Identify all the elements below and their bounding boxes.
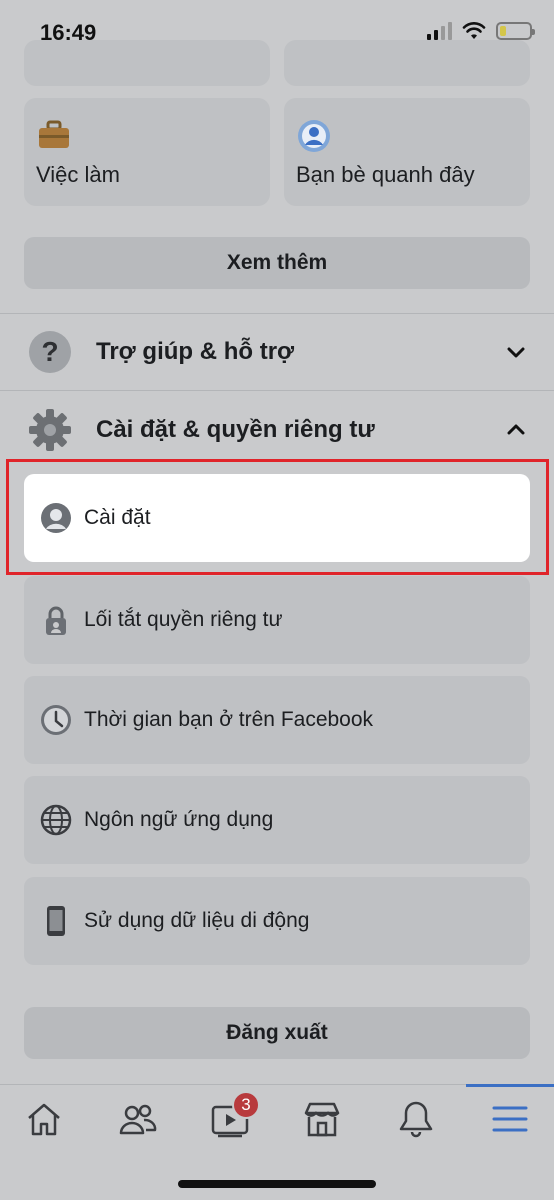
gear-icon — [29, 409, 71, 451]
active-tab-indicator — [466, 1084, 554, 1087]
phone-icon — [47, 906, 65, 936]
home-indicator — [178, 1180, 376, 1188]
mobile-data-item[interactable]: Sử dụng dữ liệu di động — [24, 877, 530, 965]
chevron-down-icon — [507, 347, 525, 358]
shortcut-card-partial-right[interactable] — [284, 40, 530, 86]
see-more-button[interactable]: Xem thêm — [24, 237, 530, 289]
nearby-friends-icon — [298, 120, 330, 152]
app-language-item[interactable]: Ngôn ngữ ứng dụng — [24, 776, 530, 864]
shortcut-label-jobs: Việc làm — [36, 162, 120, 187]
help-section-label: Trợ giúp & hỗ trợ — [96, 338, 295, 365]
bell-icon[interactable] — [396, 1099, 436, 1139]
privacy-shortcuts-item[interactable]: Lối tắt quyền riêng tư — [24, 576, 530, 664]
shortcut-card-nearby-friends[interactable]: Bạn bè quanh đây — [284, 98, 530, 206]
status-icons — [427, 22, 535, 40]
privacy-shortcuts-label: Lối tắt quyền riêng tư — [84, 608, 283, 631]
shortcut-card-partial-left[interactable] — [24, 40, 270, 86]
profile-settings-icon — [41, 503, 71, 533]
shortcut-card-jobs[interactable]: Việc làm — [24, 98, 270, 206]
menu-icon[interactable] — [490, 1099, 530, 1139]
settings-privacy-section-label: Cài đặt & quyền riêng tư — [96, 416, 375, 443]
time-on-facebook-item[interactable]: Thời gian bạn ở trên Facebook — [24, 676, 530, 764]
lock-icon — [46, 606, 66, 635]
marketplace-icon[interactable] — [302, 1099, 342, 1139]
logout-button[interactable]: Đăng xuất — [24, 1007, 530, 1059]
battery-icon — [496, 22, 535, 40]
shortcut-label-nearby-friends: Bạn bè quanh đây — [296, 162, 475, 187]
settings-menu-label: Cài đặt — [84, 506, 151, 529]
time-on-facebook-label: Thời gian bạn ở trên Facebook — [84, 708, 374, 731]
svg-text:?: ? — [41, 336, 58, 367]
watch-badge: 3 — [232, 1091, 260, 1119]
clock-icon — [41, 705, 71, 735]
briefcase-icon — [39, 120, 69, 148]
help-section-header[interactable]: ? Trợ giúp & hỗ trợ — [0, 314, 554, 390]
wifi-icon — [462, 22, 486, 39]
chevron-up-icon — [507, 424, 525, 435]
divider — [0, 390, 554, 391]
friends-icon[interactable] — [118, 1099, 158, 1139]
mobile-data-label: Sử dụng dữ liệu di động — [84, 909, 310, 932]
settings-privacy-section-header[interactable]: Cài đặt & quyền riêng tư — [0, 392, 554, 468]
settings-menu-item[interactable]: Cài đặt — [24, 474, 530, 562]
question-icon: ? — [29, 331, 71, 373]
globe-icon — [40, 804, 72, 836]
app-language-label: Ngôn ngữ ứng dụng — [84, 808, 274, 831]
home-icon[interactable] — [24, 1099, 64, 1139]
signal-icon — [427, 22, 452, 40]
